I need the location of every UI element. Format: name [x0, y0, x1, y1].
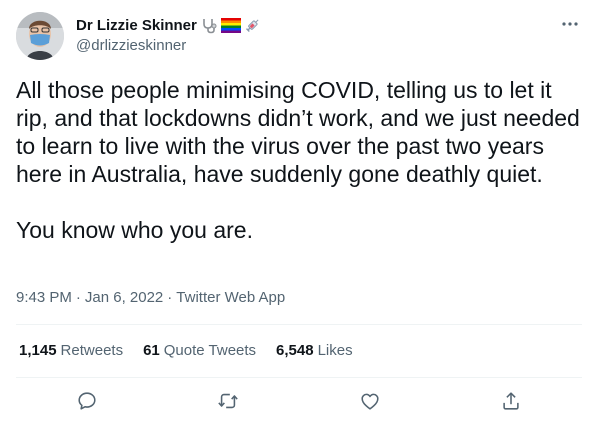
meta-separator: ·: [167, 289, 173, 306]
more-dots-icon: [562, 22, 578, 26]
likes-label: Likes: [317, 342, 353, 359]
divider: [16, 377, 582, 378]
quote-tweets-stat[interactable]: 61 Quote Tweets: [143, 342, 256, 359]
name-emojis: [201, 17, 261, 34]
stethoscope-icon: [203, 18, 217, 33]
tweet-paragraph: All those people minimising COVID, telli…: [16, 77, 580, 187]
likes-count: 6,548: [276, 342, 314, 359]
author-handle[interactable]: @drlizzieskinner: [76, 37, 186, 54]
share-icon: [503, 392, 519, 410]
like-button[interactable]: [357, 388, 383, 414]
tweet-date[interactable]: Jan 6, 2022: [85, 289, 163, 306]
heart-icon: [361, 393, 379, 410]
tweet-actions: [16, 388, 582, 414]
tweet-meta: 9:43 PM · Jan 6, 2022 · Twitter Web App: [16, 289, 285, 306]
retweets-label: Retweets: [60, 342, 124, 359]
reply-button[interactable]: [74, 388, 100, 414]
tweet-source[interactable]: Twitter Web App: [176, 289, 285, 306]
quote-tweets-count: 61: [143, 342, 160, 359]
retweet-icon: [218, 393, 238, 409]
more-options-button[interactable]: [558, 14, 582, 34]
likes-stat[interactable]: 6,548 Likes: [276, 342, 353, 359]
share-button[interactable]: [498, 388, 524, 414]
divider: [16, 324, 582, 325]
tweet-text: All those people minimising COVID, telli…: [16, 76, 582, 244]
author-name-row: Dr Lizzie Skinner: [76, 15, 261, 35]
avatar[interactable]: [16, 12, 64, 60]
reply-icon: [78, 392, 96, 410]
meta-separator: ·: [75, 289, 81, 306]
quote-tweets-label: Quote Tweets: [163, 342, 257, 359]
rainbow-flag-icon: [220, 18, 241, 33]
syringe-icon: [245, 18, 259, 32]
tweet-paragraph: You know who you are.: [16, 217, 253, 243]
tweet-stats: 1,145 Retweets 61 Quote Tweets 6,548 Lik…: [19, 342, 373, 359]
tweet-time[interactable]: 9:43 PM: [16, 289, 72, 306]
tweet-detail: Dr Lizzie Skinner @drlizzieskinner All t…: [0, 0, 598, 425]
author-display-name[interactable]: Dr Lizzie Skinner: [76, 17, 197, 34]
retweets-stat[interactable]: 1,145 Retweets: [19, 342, 123, 359]
retweet-button[interactable]: [215, 388, 241, 414]
avatar-image: [16, 12, 64, 60]
retweets-count: 1,145: [19, 342, 57, 359]
